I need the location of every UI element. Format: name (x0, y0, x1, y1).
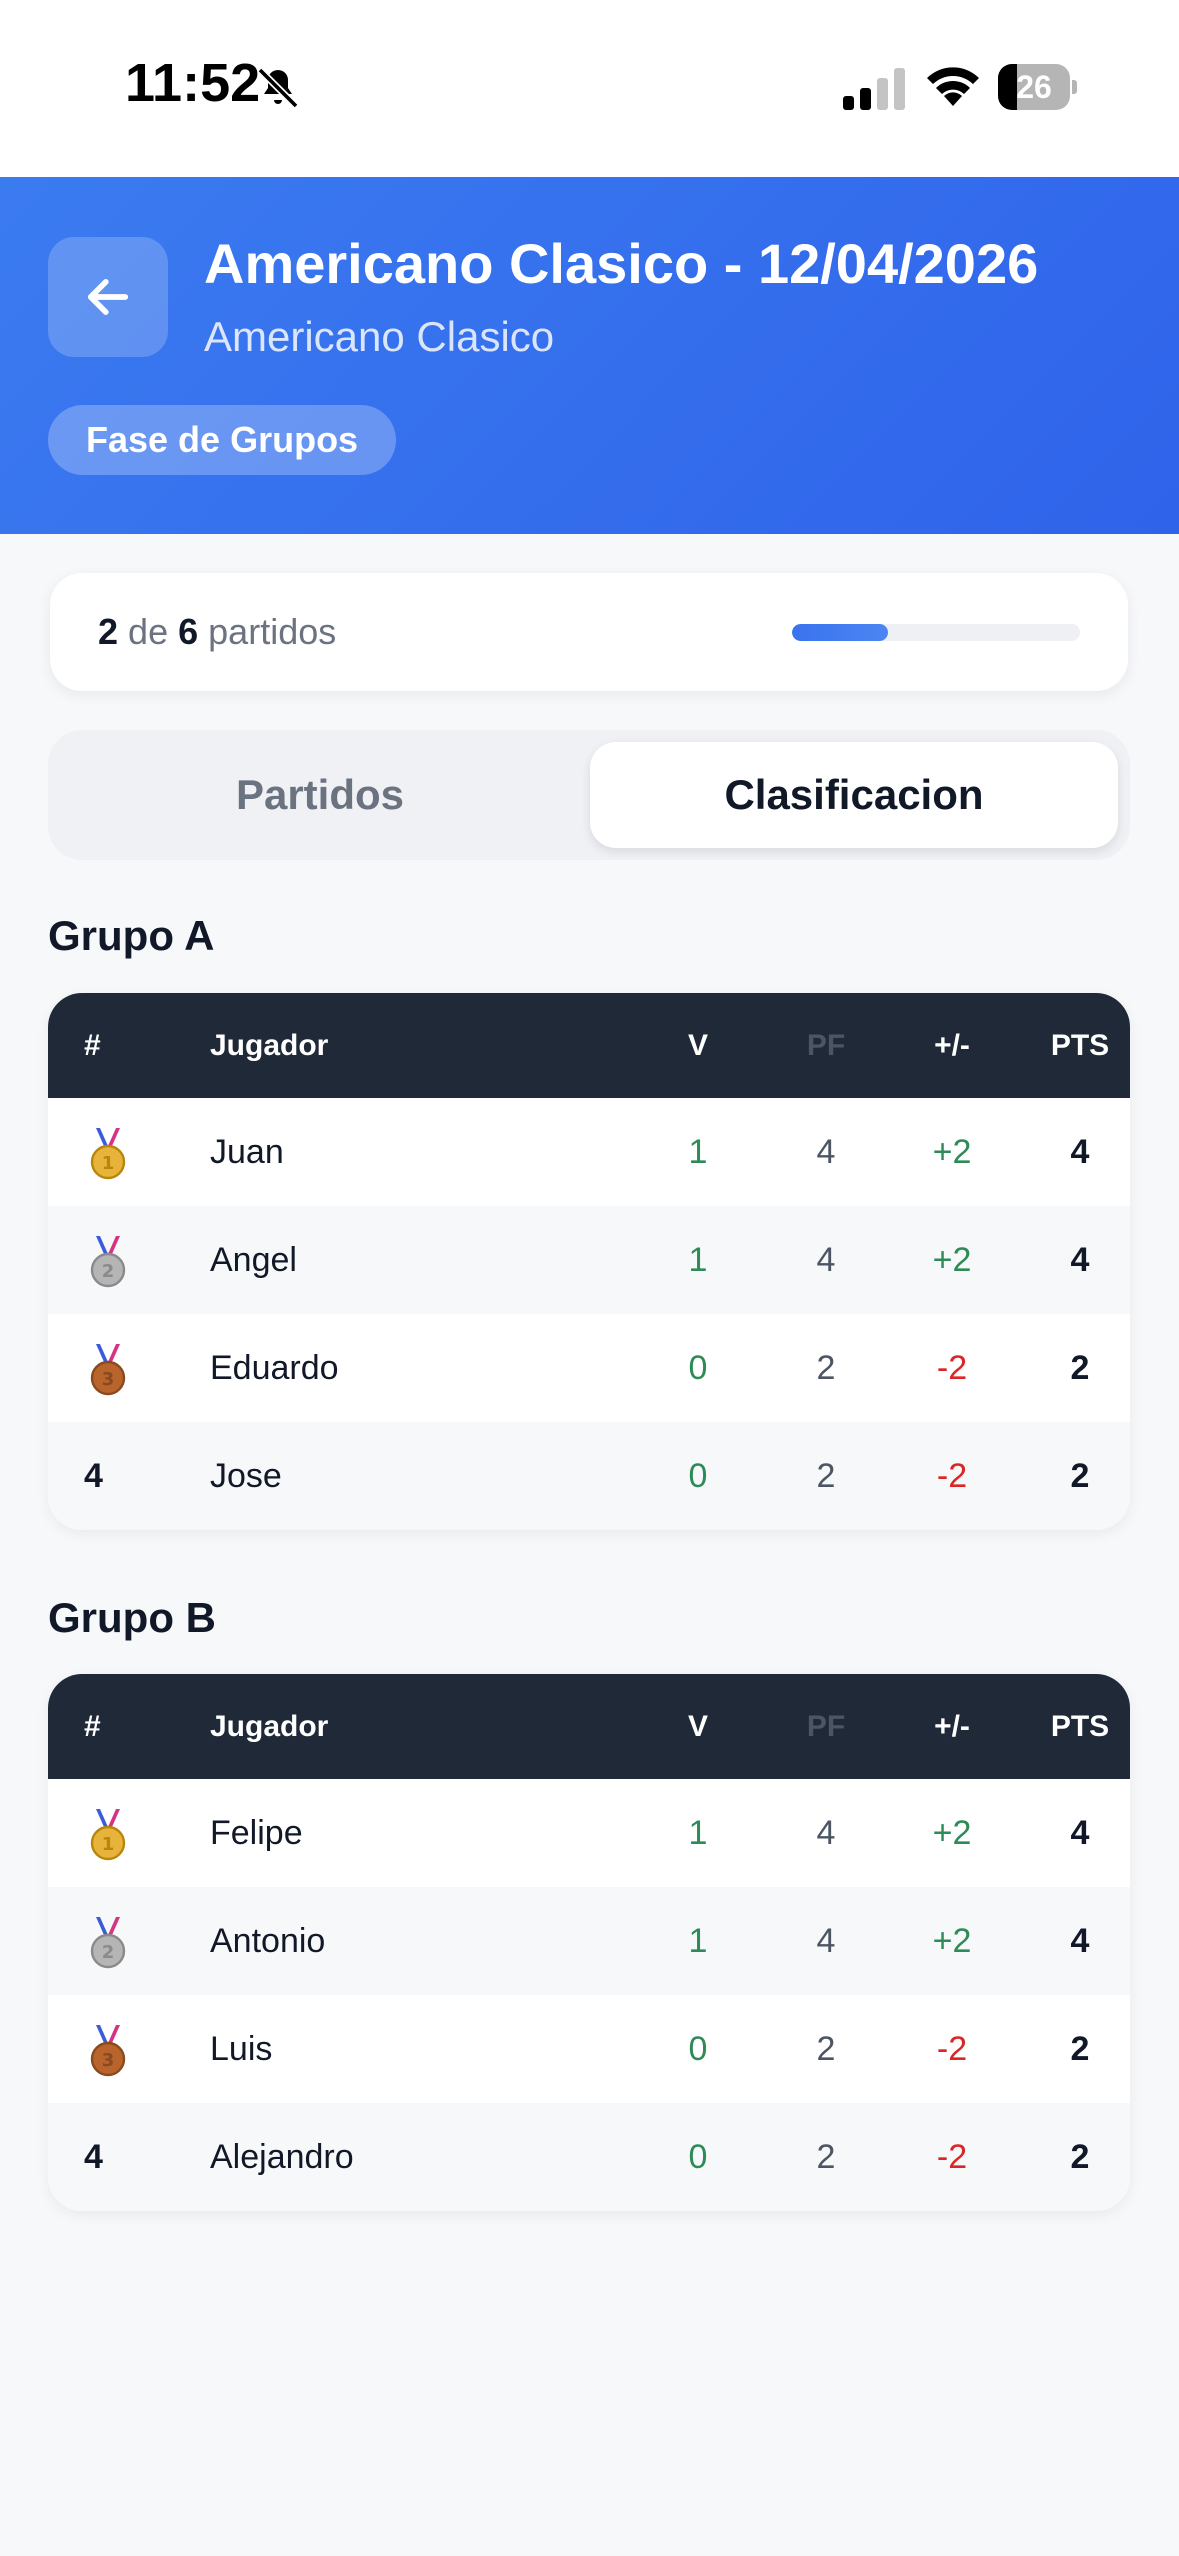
silver-medal-icon: 2 (90, 1236, 126, 1288)
svg-text:2: 2 (102, 1261, 115, 1282)
progress-bar (792, 624, 1080, 641)
status-time: 11:52 (125, 53, 261, 113)
cell-player: Jose (210, 1457, 282, 1495)
table-row[interactable]: 2 Angel 1 4 +2 4 (48, 1206, 1130, 1314)
cell-points: 4 (1070, 1241, 1090, 1279)
battery-icon: 26 (998, 64, 1077, 110)
cell-rank: 4 (84, 2138, 103, 2176)
tab-partidos[interactable]: Partidos (60, 742, 580, 848)
gold-medal-icon: 1 (90, 1128, 126, 1180)
tournament-header: Americano Clasico - 12/04/2026 Americano… (0, 177, 1179, 534)
standings-table: # Jugador V PF +/- PTS 1 Juan 1 4 +2 4 2 Angel 1 4 +2 4 3 E… (48, 993, 1130, 1530)
tournament-format: Americano Clasico (204, 313, 555, 360)
svg-text:2: 2 (102, 1942, 115, 1963)
table-row[interactable]: 1 Juan 1 4 +2 4 (48, 1098, 1130, 1206)
svg-text:1: 1 (102, 1834, 115, 1855)
bronze-medal-icon: 3 (90, 1344, 126, 1396)
cell-player: Alejandro (210, 2138, 354, 2176)
table-header: # Jugador V PF +/- PTS (48, 993, 1130, 1098)
svg-text:1: 1 (102, 1153, 115, 1174)
played-count: 2 (98, 611, 119, 652)
arrow-left-icon (87, 279, 129, 315)
back-button[interactable] (48, 237, 168, 357)
table-row[interactable]: 1 Felipe 1 4 +2 4 (48, 1779, 1130, 1887)
group-title: Grupo B (48, 1594, 216, 1641)
wifi-icon (927, 67, 979, 106)
cell-points: 2 (1070, 2030, 1090, 2068)
silver-medal-icon: 2 (90, 1917, 126, 1969)
svg-text:3: 3 (102, 2050, 115, 2071)
cell-player: Felipe (210, 1814, 303, 1852)
cell-points: 2 (1070, 1457, 1090, 1495)
progress-bar-fill (792, 624, 888, 641)
column-header-points: PTS (1050, 1029, 1110, 1062)
cell-player: Juan (210, 1133, 284, 1171)
column-header-rank: # (84, 1710, 101, 1743)
column-header-points: PTS (1050, 1710, 1110, 1743)
cellular-signal-icon (843, 68, 905, 110)
cell-points: 2 (1070, 2138, 1090, 2176)
column-header-player: Jugador (210, 1710, 329, 1743)
cell-points: 4 (1070, 1814, 1090, 1852)
progress-connector: de (128, 611, 169, 652)
view-tabs: Partidos Clasificacion (48, 730, 1130, 860)
match-progress-card: 2 de 6 partidos (50, 573, 1128, 691)
table-row[interactable]: 3 Luis 0 2 -2 2 (48, 1995, 1130, 2103)
cell-points: 4 (1070, 1133, 1090, 1171)
table-row[interactable]: 3 Eduardo 0 2 -2 2 (48, 1314, 1130, 1422)
table-row[interactable]: 2 Antonio 1 4 +2 4 (48, 1887, 1130, 1995)
battery-level: 26 (1016, 69, 1052, 105)
cell-player: Eduardo (210, 1349, 339, 1387)
column-header-player: Jugador (210, 1029, 329, 1062)
cell-points: 4 (1070, 1922, 1090, 1960)
group-title: Grupo A (48, 912, 215, 959)
cell-player: Luis (210, 2030, 273, 2068)
progress-unit: partidos (208, 611, 337, 652)
gold-medal-icon: 1 (90, 1809, 126, 1861)
bell-off-icon (257, 67, 299, 109)
standings-table: # Jugador V PF +/- PTS 1 Felipe 1 4 +2 4 2 Antonio 1 4 +… (48, 1674, 1130, 2211)
total-count: 6 (178, 611, 199, 652)
tournament-title: Americano Clasico - 12/04/2026 (204, 232, 1039, 295)
phase-badge: Fase de Grupos (48, 405, 397, 475)
table-row[interactable]: 4 Alejandro 0 2 -2 2 (48, 2103, 1130, 2211)
svg-text:3: 3 (102, 1369, 115, 1390)
cell-rank: 4 (84, 1457, 103, 1495)
column-header-rank: # (84, 1029, 101, 1062)
tab-clasificacion[interactable]: Clasificacion (590, 742, 1118, 848)
table-row[interactable]: 4 Jose 0 2 -2 2 (48, 1422, 1130, 1530)
cell-player: Angel (210, 1241, 297, 1279)
table-header: # Jugador V PF +/- PTS (48, 1674, 1130, 1779)
cell-points: 2 (1070, 1349, 1090, 1387)
bronze-medal-icon: 3 (90, 2025, 126, 2077)
progress-text: 2 de 6 partidos (98, 573, 336, 691)
status-bar: 11:52 26 (0, 0, 1179, 177)
cell-player: Antonio (210, 1922, 326, 1960)
